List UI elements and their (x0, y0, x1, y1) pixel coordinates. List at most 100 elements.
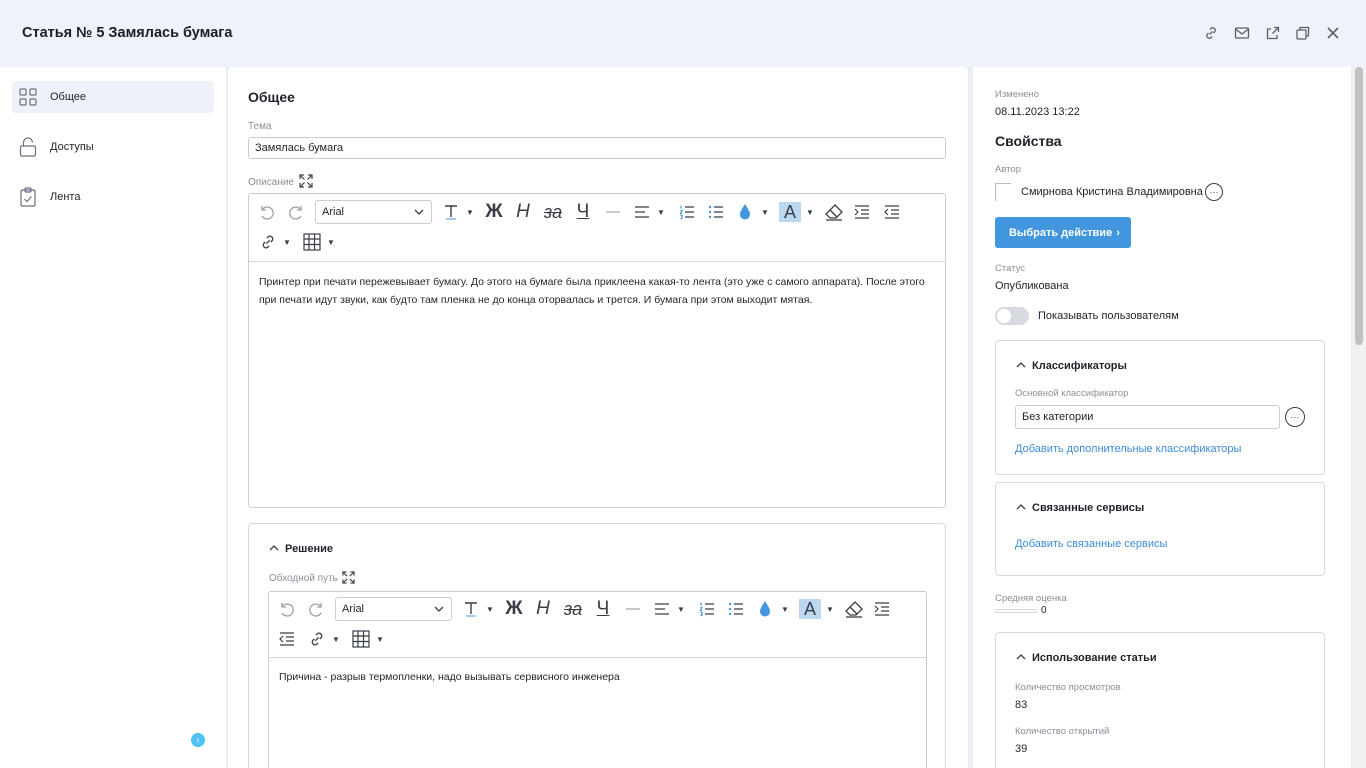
align-icon[interactable] (652, 599, 672, 619)
expand-icon[interactable] (299, 174, 313, 191)
outdent-icon[interactable] (277, 629, 297, 649)
services-card: Связанные сервисы Добавить связанные сер… (995, 482, 1325, 576)
topic-input[interactable]: Замялась бумага (248, 137, 946, 159)
restore-window-icon[interactable] (1294, 24, 1312, 42)
usage-card: Использование статьи Количество просмотр… (995, 632, 1325, 768)
clipboard-icon (18, 187, 38, 207)
ordered-list-icon[interactable] (697, 599, 717, 619)
link-icon[interactable] (306, 629, 328, 649)
caret-down-icon[interactable]: ▼ (806, 208, 814, 217)
ordered-list-icon[interactable] (677, 202, 697, 222)
grid-icon (18, 87, 38, 107)
text-color-button[interactable]: A (779, 202, 801, 222)
sidebar-item-label: Лента (50, 191, 81, 203)
sidebar-item-feed[interactable]: Лента (12, 181, 214, 213)
sidebar: Общее Доступы Лента ‹ (0, 67, 226, 768)
table-icon[interactable] (301, 232, 323, 252)
views-label: Количество просмотров (1015, 682, 1121, 693)
mail-icon[interactable] (1233, 24, 1251, 42)
open-external-icon[interactable] (1264, 24, 1282, 42)
italic-button[interactable]: Н (531, 598, 555, 620)
solution-title[interactable]: Решение (269, 543, 333, 555)
eraser-icon[interactable] (843, 599, 865, 619)
editor-toolbar: Arial ▼ Ж Н за Ч ▼ ▼ A ▼ ▼ ▼ (269, 592, 926, 658)
font-family-select[interactable]: Arial (315, 200, 432, 224)
close-icon[interactable] (1324, 24, 1342, 42)
text-size-icon[interactable] (441, 202, 461, 222)
align-icon[interactable] (632, 202, 652, 222)
author-name[interactable]: Смирнова Кристина Владимировна (1021, 186, 1203, 198)
eraser-icon[interactable] (823, 202, 845, 222)
sidebar-item-access[interactable]: Доступы (12, 131, 214, 163)
modified-value: 08.11.2023 13:22 (995, 106, 1080, 118)
classifiers-title[interactable]: Классификаторы (1016, 360, 1127, 372)
right-scrollbar[interactable]: ▲ (1352, 67, 1366, 768)
font-family-select[interactable]: Arial (335, 597, 452, 621)
main-classifier-input[interactable]: Без категории (1015, 405, 1280, 429)
underline-button[interactable]: Ч (571, 201, 595, 223)
caret-down-icon[interactable]: ▼ (657, 208, 665, 217)
fill-color-icon[interactable] (735, 202, 755, 222)
avatar (995, 183, 1011, 201)
caret-down-icon[interactable]: ▼ (761, 208, 769, 217)
table-icon[interactable] (350, 629, 372, 649)
caret-down-icon[interactable]: ▼ (486, 605, 494, 614)
description-editor[interactable]: Arial ▼ Ж Н за Ч ▼ ▼ A ▼ ▼ ▼ Принтер при… (248, 193, 946, 508)
classifier-more-button[interactable]: ··· (1285, 407, 1305, 427)
redo-icon[interactable] (306, 599, 326, 619)
bullet-list-icon[interactable] (706, 202, 726, 222)
bold-button[interactable]: Ж (502, 598, 526, 620)
services-title[interactable]: Связанные сервисы (1016, 502, 1144, 514)
lock-icon (18, 137, 38, 157)
add-services-link[interactable]: Добавить связанные сервисы (1015, 538, 1167, 550)
choose-action-button[interactable]: Выбрать действие › (995, 217, 1131, 248)
expand-icon[interactable] (342, 571, 355, 587)
bold-button[interactable]: Ж (482, 201, 506, 223)
caret-down-icon[interactable]: ▼ (677, 605, 685, 614)
caret-down-icon[interactable]: ▼ (332, 635, 340, 644)
toggle-knob (997, 309, 1011, 323)
chevron-up-icon (269, 543, 279, 555)
bullet-list-icon[interactable] (726, 599, 746, 619)
caret-down-icon[interactable]: ▼ (376, 635, 384, 644)
workaround-text[interactable]: Причина - разрыв термопленки, надо вызыв… (279, 668, 915, 686)
workaround-editor[interactable]: Arial ▼ Ж Н за Ч ▼ ▼ A ▼ ▼ ▼ Причина - р… (268, 591, 927, 768)
caret-down-icon[interactable]: ▼ (283, 238, 291, 247)
fill-color-icon[interactable] (755, 599, 775, 619)
caret-down-icon[interactable]: ▼ (466, 208, 474, 217)
strikethrough-button[interactable]: за (559, 598, 587, 620)
collapse-sidebar-button[interactable]: ‹ (191, 733, 205, 747)
main-classifier-label: Основной классификатор (1015, 388, 1129, 399)
text-size-icon[interactable] (461, 599, 481, 619)
opens-label: Количество открытий (1015, 726, 1110, 737)
text-color-button[interactable]: A (799, 599, 821, 619)
status-value: Опубликована (995, 280, 1069, 292)
opens-value: 39 (1015, 743, 1028, 755)
chevron-down-icon (413, 201, 425, 231)
add-classifiers-link[interactable]: Добавить дополнительные классификаторы (1015, 443, 1241, 455)
caret-down-icon[interactable]: ▼ (327, 238, 335, 247)
sidebar-item-general[interactable]: Общее (12, 81, 214, 113)
strikethrough-button[interactable]: за (539, 201, 567, 223)
redo-icon[interactable] (286, 202, 306, 222)
undo-icon[interactable] (257, 202, 277, 222)
italic-button[interactable]: Н (511, 201, 535, 223)
show-users-toggle[interactable] (995, 307, 1029, 325)
indent-icon[interactable] (872, 599, 892, 619)
indent-icon[interactable] (852, 202, 872, 222)
workaround-label: Обходной путь (269, 573, 338, 584)
views-value: 83 (1015, 699, 1028, 711)
author-more-button[interactable]: ··· (1205, 183, 1223, 201)
undo-icon[interactable] (277, 599, 297, 619)
caret-down-icon[interactable]: ▼ (781, 605, 789, 614)
caret-down-icon[interactable]: ▼ (826, 605, 834, 614)
underline-button[interactable]: Ч (591, 598, 615, 620)
horizontal-rule-icon[interactable] (603, 202, 623, 222)
scroll-thumb[interactable] (1355, 67, 1363, 345)
usage-title[interactable]: Использование статьи (1016, 652, 1157, 664)
link-icon[interactable] (1202, 24, 1220, 42)
outdent-icon[interactable] (882, 202, 902, 222)
link-icon[interactable] (257, 232, 279, 252)
description-text[interactable]: Принтер при печати пережевывает бумагу. … (259, 273, 935, 309)
horizontal-rule-icon[interactable] (623, 599, 643, 619)
